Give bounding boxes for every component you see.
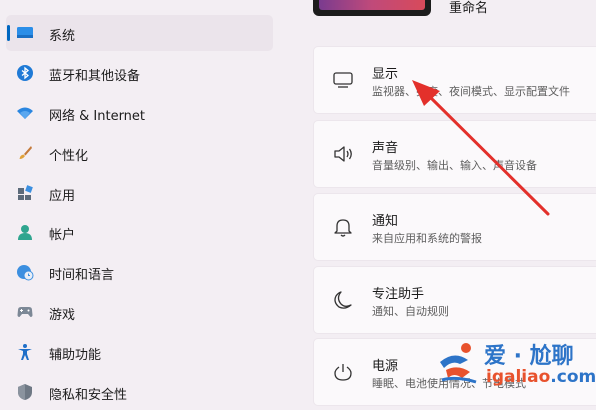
watermark-url-tld: .com [550,367,596,387]
setting-title: 电源 [372,359,399,374]
sidebar-item-label: 辅助功能 [49,348,102,363]
sidebar-item-system[interactable]: 系统 [6,15,273,51]
watermark-url-main: igaliao [486,367,551,387]
sidebar-item-accounts[interactable]: 帐户 [6,214,273,250]
moon-icon [334,291,352,309]
sidebar-item-personalization[interactable]: 个性化 [6,135,273,171]
accessibility-icon [18,344,32,360]
display-icon [333,72,353,88]
setting-title: 专注助手 [372,287,425,302]
sidebar-item-label: 应用 [49,189,76,204]
wifi-icon [17,107,33,119]
rename-link[interactable]: 重命名 [449,0,488,16]
setting-description: 监视器、亮度、夜间模式、显示配置文件 [372,85,570,98]
apps-icon [18,185,33,200]
setting-description: 通知、自动规则 [372,305,449,318]
bluetooth-icon [17,65,33,81]
setting-description: 音量级别、输出、输入、声音设备 [372,159,537,172]
watermark-brand: 爱 · 尬聊 [484,344,574,369]
setting-notifications[interactable]: 通知 来自应用和系统的警报 [313,193,596,261]
setting-description: 来自应用和系统的警报 [372,232,482,245]
sidebar-item-label: 帐户 [49,228,76,243]
brush-icon [19,146,32,159]
sidebar-item-network[interactable]: 网络 & Internet [6,95,273,131]
device-wallpaper [319,0,425,10]
speaker-icon [334,146,352,162]
sidebar-item-label: 隐私和安全性 [49,388,128,403]
sidebar-item-label: 个性化 [49,149,89,164]
setting-sound[interactable]: 声音 音量级别、输出、输入、声音设备 [313,120,596,188]
sidebar-item-gaming[interactable]: 游戏 [6,294,273,330]
sidebar-item-accessibility[interactable]: 辅助功能 [6,334,273,370]
globe-clock-icon [17,265,34,281]
monitor-icon [17,27,33,38]
account-icon [18,225,32,240]
sidebar-item-label: 游戏 [49,308,76,323]
setting-focus-assist[interactable]: 专注助手 通知、自动规则 [313,266,596,334]
sidebar-item-label: 网络 & Internet [49,109,146,124]
watermark-logo-icon [440,343,477,384]
setting-title: 通知 [372,214,399,229]
sidebar-item-label: 蓝牙和其他设备 [49,69,141,84]
sidebar: 系统 蓝牙和其他设备 网络 & Internet 个性化 应用 帐户 时间和语言… [0,0,282,405]
gamepad-icon [17,307,33,317]
setting-display[interactable]: 显示 监视器、亮度、夜间模式、显示配置文件 [313,46,596,114]
bell-icon [334,219,352,237]
sidebar-item-apps[interactable]: 应用 [6,175,273,211]
power-icon [334,364,352,381]
shield-icon [18,384,32,400]
setting-title: 声音 [372,141,399,156]
watermark: 爱 · 尬聊 igaliao.com [436,332,596,394]
setting-title: 显示 [372,67,399,82]
sidebar-item-time-language[interactable]: 时间和语言 [6,254,273,290]
watermark-url: igaliao.com [486,367,596,387]
sidebar-item-bluetooth[interactable]: 蓝牙和其他设备 [6,55,273,91]
sidebar-item-label: 时间和语言 [49,268,115,283]
sidebar-item-label: 系统 [49,29,76,44]
device-thumbnail [313,0,431,16]
selection-indicator [7,25,10,41]
